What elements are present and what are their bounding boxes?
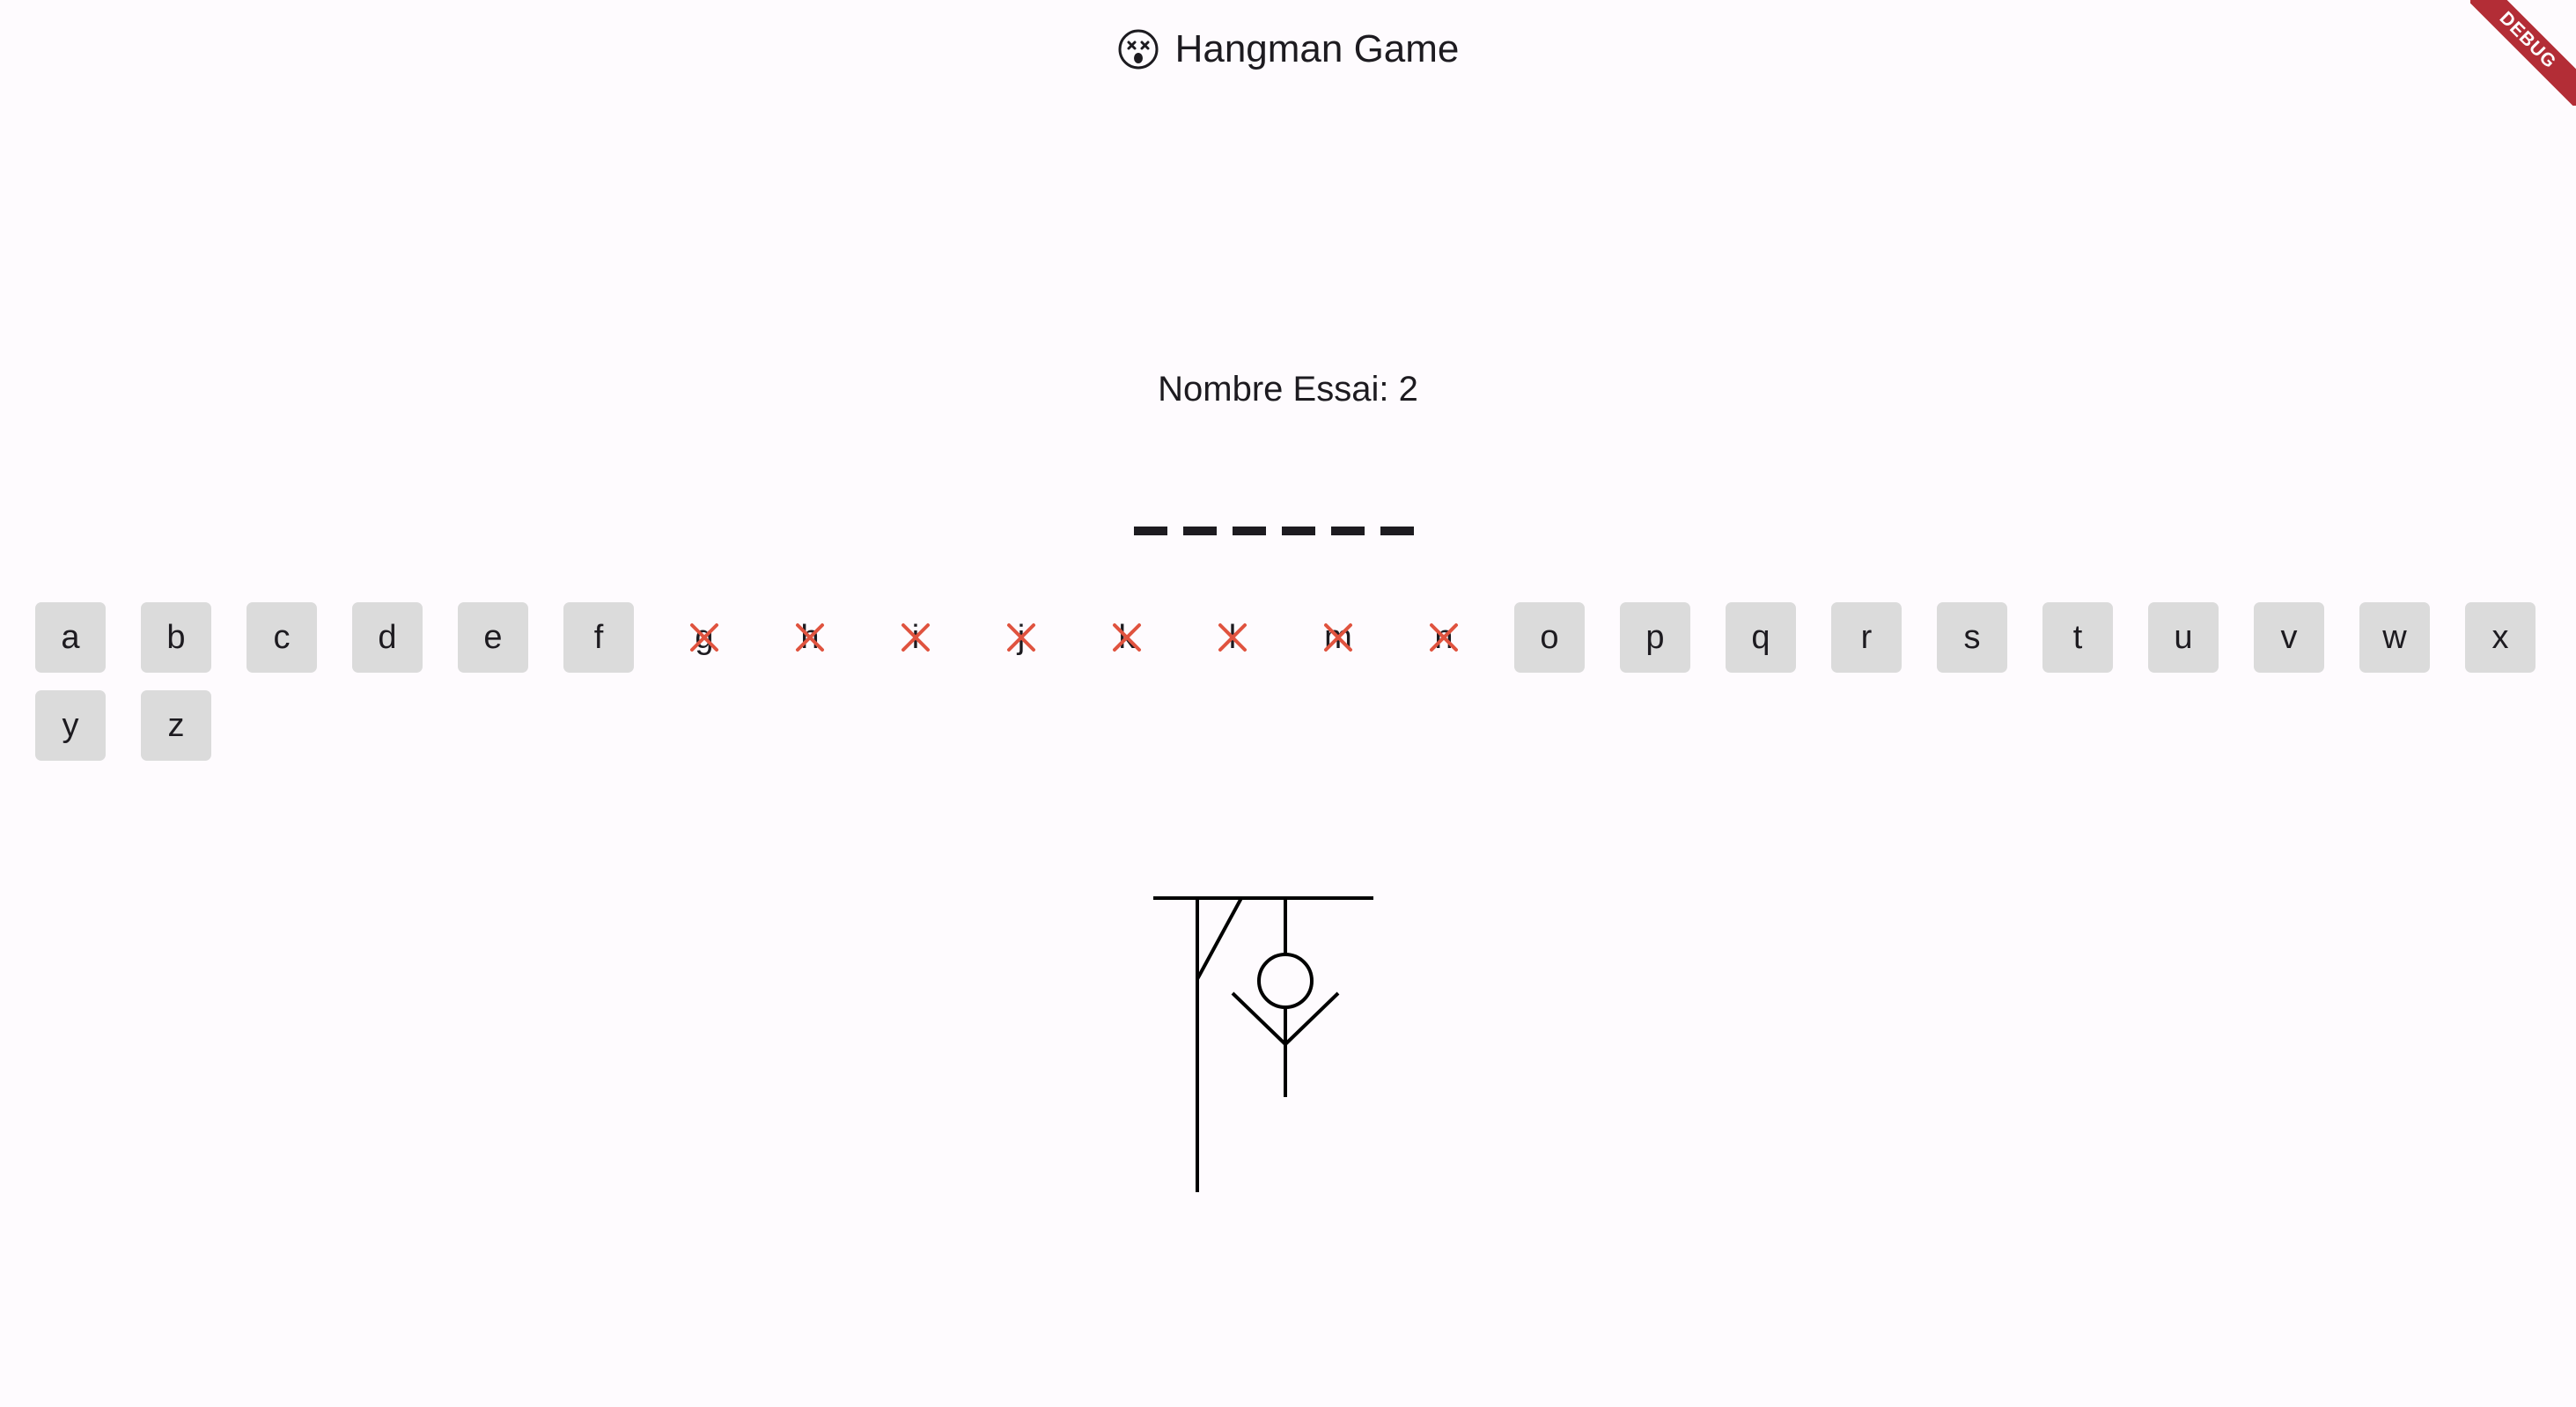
hangman-app: Hangman Game DEBUG Nombre Essai: 2 a b c d e…: [0, 0, 2576, 1407]
letter-key-label: e: [483, 618, 503, 656]
letter-key-j: j: [986, 602, 1056, 673]
word-letter-slot: [1380, 527, 1414, 535]
letter-key-x[interactable]: x: [2465, 602, 2536, 673]
app-bar: Hangman Game: [0, 0, 2576, 99]
letter-key-c[interactable]: c: [247, 602, 317, 673]
letter-key-label: u: [2174, 618, 2193, 656]
letter-key-s[interactable]: s: [1937, 602, 2007, 673]
letter-key-label: b: [166, 618, 186, 656]
letter-key-label: y: [62, 706, 79, 744]
word-letter-slot: [1233, 527, 1266, 535]
letter-key-n: n: [1409, 602, 1479, 673]
hangman-right-arm: [1284, 991, 1340, 1046]
hangman-drawing: [1144, 889, 1426, 1219]
letter-key-g: g: [669, 602, 740, 673]
letter-key-q[interactable]: q: [1726, 602, 1796, 673]
letter-key-e[interactable]: e: [458, 602, 528, 673]
letter-key-label: n: [1434, 618, 1454, 656]
letter-key-label: c: [273, 618, 291, 656]
letter-key-label: q: [1751, 618, 1770, 656]
letter-key-m: m: [1303, 602, 1373, 673]
hangman-left-arm: [1231, 991, 1287, 1046]
letter-key-label: v: [2280, 618, 2298, 656]
letter-key-label: o: [1540, 618, 1559, 656]
page-title: Hangman Game: [1174, 27, 1460, 70]
letter-key-v[interactable]: v: [2254, 602, 2324, 673]
letter-key-p[interactable]: p: [1620, 602, 1690, 673]
letter-key-label: j: [1017, 618, 1026, 656]
letter-key-u[interactable]: u: [2148, 602, 2219, 673]
debug-banner: DEBUG: [2470, 0, 2576, 106]
letter-key-i: i: [880, 602, 951, 673]
letter-key-y[interactable]: y: [35, 690, 106, 761]
letter-key-label: m: [1324, 618, 1352, 656]
debug-banner-label: DEBUG: [2470, 0, 2576, 106]
letter-key-label: g: [695, 618, 714, 656]
letter-key-z[interactable]: z: [141, 690, 211, 761]
letter-key-t[interactable]: t: [2042, 602, 2113, 673]
letter-key-label: w: [2382, 618, 2407, 656]
letter-key-o[interactable]: o: [1514, 602, 1585, 673]
word-letter-slot: [1282, 527, 1315, 535]
letter-key-label: t: [2072, 618, 2083, 656]
letter-key-a[interactable]: a: [35, 602, 106, 673]
letter-key-label: h: [800, 618, 820, 656]
attempts-counter: Nombre Essai: 2: [1158, 370, 1418, 409]
word-letter-slot: [1331, 527, 1365, 535]
hangman-head: [1257, 953, 1314, 1009]
letter-key-label: d: [378, 618, 397, 656]
letter-key-d[interactable]: d: [352, 602, 423, 673]
dizzy-face-icon: [1117, 28, 1159, 70]
letter-key-label: f: [593, 618, 604, 656]
letter-key-label: a: [61, 618, 80, 656]
letter-key-r[interactable]: r: [1831, 602, 1902, 673]
letter-key-label: x: [2491, 618, 2509, 656]
letter-key-label: k: [1118, 618, 1136, 656]
word-letter-slot: [1183, 527, 1217, 535]
letter-key-h: h: [775, 602, 845, 673]
letter-key-label: i: [911, 618, 920, 656]
letter-key-l: l: [1197, 602, 1268, 673]
word-letter-slot: [1134, 527, 1167, 535]
letter-key-label: z: [167, 706, 185, 744]
gallows-brace: [1196, 897, 1243, 980]
letter-key-label: p: [1645, 618, 1665, 656]
letter-key-w[interactable]: w: [2359, 602, 2430, 673]
letter-keyboard: a b c d e f g h i j k l m n o p q r s t u v w x y z: [35, 602, 2553, 761]
letter-key-label: s: [1963, 618, 1981, 656]
letter-key-label: l: [1228, 618, 1237, 656]
hidden-word: [1134, 527, 1414, 535]
letter-key-label: r: [1860, 618, 1873, 656]
letter-key-k: k: [1092, 602, 1162, 673]
letter-key-f[interactable]: f: [563, 602, 634, 673]
letter-key-b[interactable]: b: [141, 602, 211, 673]
